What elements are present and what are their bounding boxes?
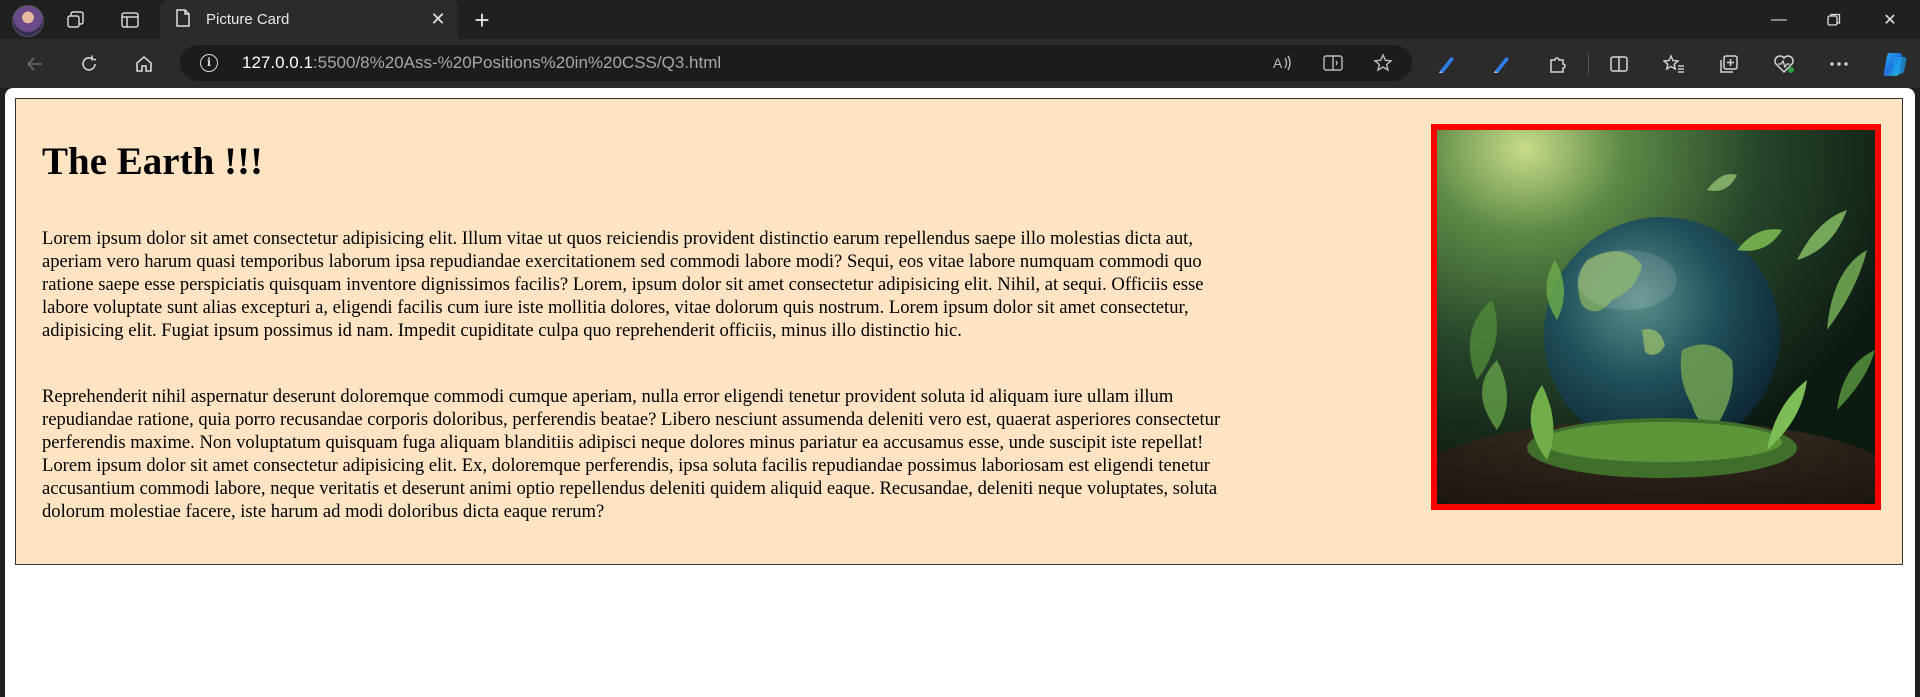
page-viewport: The Earth !!! Lorem ipsum dolor sit amet… [5, 88, 1915, 697]
minimize-icon[interactable]: — [1751, 0, 1807, 39]
close-window-icon[interactable]: ✕ [1862, 0, 1918, 39]
new-tab-icon[interactable]: + [468, 6, 496, 34]
close-tab-icon[interactable]: ✕ [426, 7, 450, 31]
back-arrow-icon[interactable] [20, 49, 50, 79]
paragraph-2: Reprehenderit nihil aspernatur deserunt … [42, 386, 1221, 522]
site-info-icon[interactable]: i [200, 54, 218, 72]
home-icon[interactable] [129, 49, 159, 79]
picture-card: The Earth !!! Lorem ipsum dolor sit amet… [15, 98, 1903, 565]
page-document-icon [176, 9, 190, 27]
split-screen-icon[interactable] [1604, 49, 1634, 79]
profile-avatar[interactable] [12, 5, 44, 37]
read-aloud-icon[interactable]: A [1270, 50, 1296, 76]
earth-picture [1431, 124, 1881, 510]
browser-title-bar: Picture Card ✕ + — ✕ [0, 0, 1920, 39]
tab-title: Picture Card [206, 11, 290, 28]
favorites-icon[interactable] [1659, 49, 1689, 79]
extension-pen-2-icon[interactable] [1487, 49, 1517, 79]
page-heading: The Earth !!! [42, 140, 263, 183]
copilot-icon[interactable] [1878, 47, 1912, 81]
extensions-puzzle-icon[interactable] [1543, 49, 1573, 79]
toolbar-separator [1588, 53, 1589, 75]
paragraph-1: Lorem ipsum dolor sit amet consectetur a… [42, 228, 1204, 341]
address-bar[interactable]: i 127.0.0.1:5500/8%20Ass-%20Positions%20… [180, 45, 1412, 81]
extension-pen-icon[interactable] [1432, 49, 1462, 79]
collections-icon[interactable] [1714, 49, 1744, 79]
url-text[interactable]: 127.0.0.1:5500/8%20Ass-%20Positions%20in… [242, 53, 721, 73]
vertical-tabs-icon[interactable] [116, 6, 144, 34]
svg-text:A: A [1273, 55, 1283, 71]
immersive-reader-icon[interactable] [1320, 50, 1346, 76]
active-tab[interactable]: Picture Card ✕ [160, 0, 458, 39]
browser-essentials-icon[interactable] [1769, 49, 1799, 79]
earth-globe-illustration [1437, 130, 1875, 504]
restore-icon[interactable] [1806, 0, 1862, 39]
refresh-icon[interactable] [74, 49, 104, 79]
more-options-icon[interactable] [1824, 49, 1854, 79]
favorite-star-icon[interactable] [1370, 50, 1396, 76]
workspaces-icon[interactable] [62, 6, 90, 34]
